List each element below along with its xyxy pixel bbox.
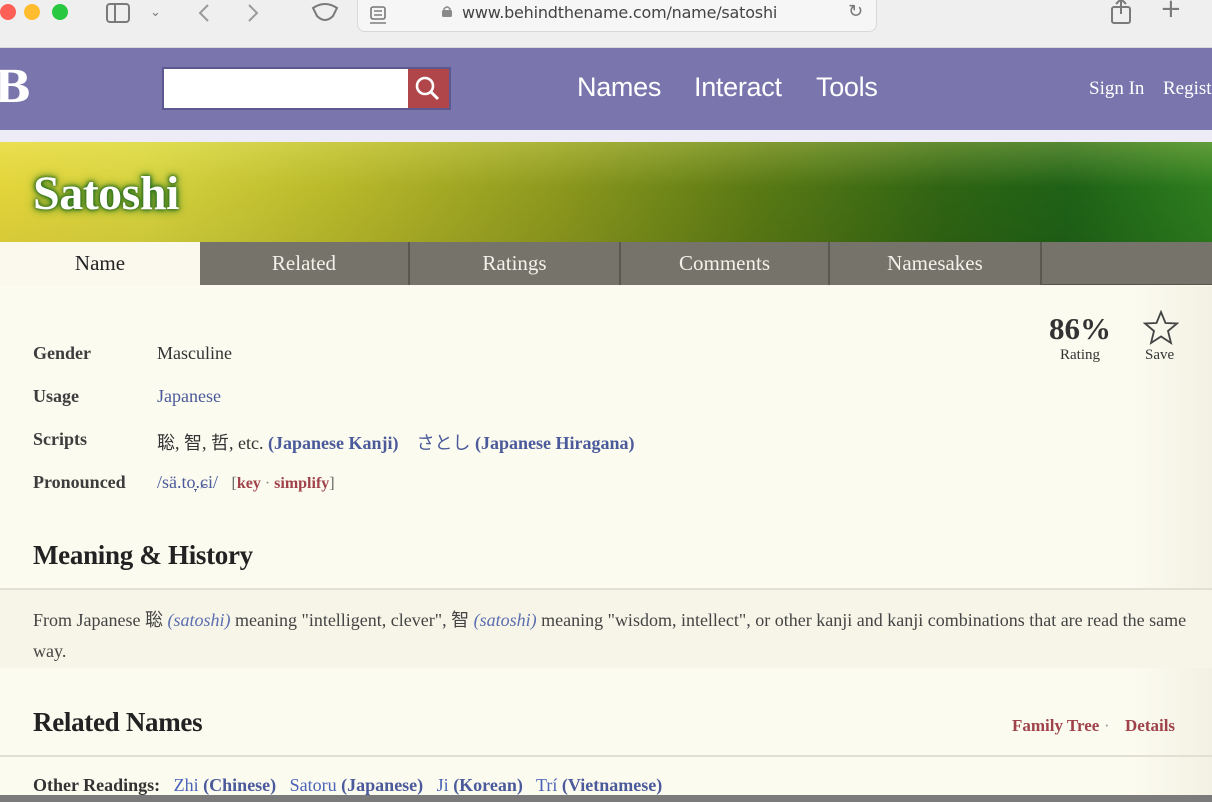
privacy-shield-icon[interactable] bbox=[311, 2, 339, 24]
tab-name[interactable]: Name bbox=[0, 242, 200, 286]
family-tree-link[interactable]: Family Tree bbox=[1012, 716, 1099, 736]
reading-name[interactable]: Zhi bbox=[174, 775, 199, 795]
nav-tools[interactable]: Tools bbox=[816, 72, 878, 103]
address-bar[interactable]: www.behindthename.com/name/satoshi ↻ bbox=[357, 0, 877, 32]
meaning-text-part-1: From Japanese 聡 bbox=[33, 610, 168, 630]
minimize-window-button[interactable] bbox=[24, 4, 40, 20]
usage-label: Usage bbox=[33, 386, 79, 406]
register-link[interactable]: Regist bbox=[1163, 78, 1212, 100]
name-banner bbox=[0, 142, 1212, 242]
nav-interact[interactable]: Interact bbox=[694, 72, 782, 103]
section-divider bbox=[0, 755, 1212, 757]
reading-name[interactable]: Ji bbox=[437, 775, 449, 795]
satoshi-link-2[interactable]: (satoshi) bbox=[474, 610, 537, 630]
site-logo[interactable]: B bbox=[0, 62, 31, 114]
meaning-heading: Meaning & History bbox=[33, 540, 253, 570]
search-button[interactable] bbox=[408, 67, 451, 110]
meaning-text: From Japanese 聡 (satoshi) meaning "intel… bbox=[33, 605, 1193, 667]
gender-value-link[interactable]: Masculine bbox=[157, 343, 232, 364]
reading-name[interactable]: Trí bbox=[536, 775, 557, 795]
reading-language[interactable]: (Chinese) bbox=[203, 775, 276, 795]
pronounced-value: /sä.to̞.ɕi/ [key · simplify] bbox=[157, 472, 335, 493]
japanese-kanji-link[interactable]: (Japanese Kanji) bbox=[268, 433, 399, 453]
scripts-value: 聡, 智, 哲, etc. (Japanese Kanji) さとし (Japa… bbox=[157, 429, 634, 455]
gender-label: Gender bbox=[33, 343, 91, 363]
sidebar-icon[interactable] bbox=[105, 2, 131, 24]
reload-icon[interactable]: ↻ bbox=[848, 1, 863, 22]
tab-comments[interactable]: Comments bbox=[621, 242, 830, 285]
bracket-close: ] bbox=[329, 475, 335, 492]
pronunciation-separator: · bbox=[260, 475, 275, 492]
tab-related[interactable]: Related bbox=[200, 242, 410, 285]
lock-icon bbox=[442, 6, 452, 17]
browser-toolbar: ⌄ www.behindthename.com/name/satoshi ↻ + bbox=[0, 0, 1212, 48]
scripts-kanji: 聡, 智, 哲, etc. bbox=[157, 433, 264, 453]
close-window-button[interactable] bbox=[0, 4, 16, 20]
url-text[interactable]: www.behindthename.com/name/satoshi bbox=[462, 3, 777, 22]
usage-value-link[interactable]: Japanese bbox=[157, 386, 221, 407]
forward-icon[interactable] bbox=[244, 2, 262, 24]
other-readings: Other Readings: Zhi (Chinese) Satoru (Ja… bbox=[33, 775, 662, 796]
japanese-hiragana-link[interactable]: (Japanese Hiragana) bbox=[475, 433, 635, 453]
reading-language[interactable]: (Japanese) bbox=[341, 775, 423, 795]
sign-in-link[interactable]: Sign In bbox=[1089, 78, 1144, 100]
satoshi-link-1[interactable]: (satoshi) bbox=[167, 610, 230, 630]
pronunciation-key-link[interactable]: key bbox=[237, 475, 261, 492]
details-link[interactable]: Details bbox=[1125, 716, 1175, 736]
related-separator: · bbox=[1104, 716, 1110, 735]
scripts-label: Scripts bbox=[33, 429, 87, 449]
reading-name[interactable]: Satoru bbox=[290, 775, 337, 795]
search-icon bbox=[415, 76, 440, 101]
header-divider bbox=[0, 130, 1212, 142]
maximize-window-button[interactable] bbox=[52, 4, 68, 20]
tab-namesakes[interactable]: Namesakes bbox=[830, 242, 1042, 285]
scripts-hiragana[interactable]: さとし bbox=[416, 433, 470, 453]
rating-percent[interactable]: 86% bbox=[1049, 311, 1111, 347]
chevron-down-icon[interactable]: ⌄ bbox=[150, 0, 161, 26]
other-readings-label: Other Readings: bbox=[33, 775, 161, 795]
share-icon[interactable] bbox=[1109, 0, 1133, 26]
search-input[interactable] bbox=[162, 67, 408, 110]
bottom-scroll-bar[interactable] bbox=[0, 795, 1212, 802]
star-icon[interactable] bbox=[1143, 310, 1179, 346]
reading-language[interactable]: (Korean) bbox=[453, 775, 523, 795]
new-tab-icon[interactable]: + bbox=[1160, 0, 1182, 22]
related-heading: Related Names bbox=[33, 707, 203, 737]
simplify-link[interactable]: simplify bbox=[274, 475, 329, 492]
meaning-text-part-2: meaning "intelligent, clever", 智 bbox=[230, 610, 474, 630]
save-label[interactable]: Save bbox=[1145, 347, 1174, 364]
nav-names[interactable]: Names bbox=[577, 72, 661, 103]
ipa-pronunciation[interactable]: /sä.to̞.ɕi/ bbox=[157, 472, 218, 492]
tab-ratings[interactable]: Ratings bbox=[410, 242, 621, 285]
page-title: Satoshi bbox=[33, 167, 179, 220]
pronounced-label: Pronounced bbox=[33, 472, 126, 492]
reading-language[interactable]: (Vietnamese) bbox=[562, 775, 662, 795]
reader-icon[interactable] bbox=[368, 5, 388, 25]
back-icon[interactable] bbox=[195, 2, 213, 24]
rating-label: Rating bbox=[1060, 347, 1100, 363]
